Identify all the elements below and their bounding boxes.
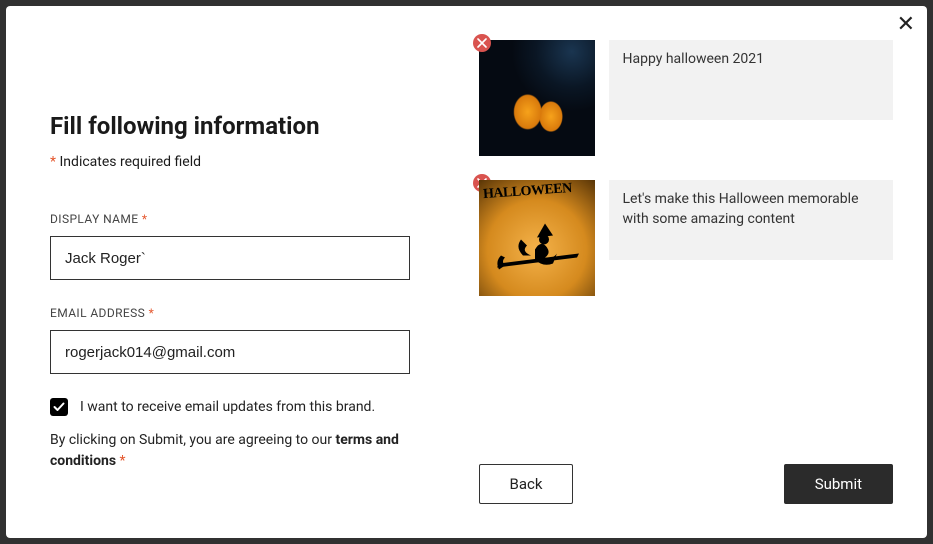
caption-input[interactable]: Happy halloween 2021 (609, 40, 894, 120)
email-updates-checkbox[interactable] (50, 398, 68, 416)
caption-input[interactable]: Let's make this Halloween memorable with… (609, 180, 894, 260)
upload-thumbnail[interactable] (479, 40, 595, 156)
thumbnail-wrap (479, 40, 595, 156)
form-pane: Fill following information * Indicates r… (6, 6, 467, 538)
asterisk-icon: * (120, 453, 126, 469)
check-icon (53, 401, 65, 413)
close-icon (477, 38, 487, 48)
required-field-text: Indicates required field (56, 154, 201, 170)
upload-list: Happy halloween 2021 (479, 40, 894, 296)
upload-thumbnail[interactable] (479, 180, 595, 296)
required-field-note: * Indicates required field (50, 154, 427, 170)
email-label: EMAIL ADDRESS * (50, 306, 427, 320)
asterisk-icon: * (142, 212, 148, 226)
display-name-input[interactable] (50, 236, 410, 280)
delete-upload-button[interactable] (473, 34, 491, 52)
email-updates-label: I want to receive email updates from thi… (80, 399, 375, 415)
upload-item: Happy halloween 2021 (479, 40, 894, 156)
page-title: Fill following information (50, 112, 427, 140)
uploads-pane: Happy halloween 2021 (467, 6, 928, 538)
modal-dialog: ✕ Fill following information * Indicates… (6, 6, 927, 538)
thumbnail-wrap (479, 180, 595, 296)
terms-text: By clicking on Submit, you are agreeing … (50, 430, 410, 472)
close-icon[interactable]: ✕ (897, 14, 915, 36)
witch-icon (491, 206, 583, 278)
email-input[interactable] (50, 330, 410, 374)
button-row: Back Submit (479, 444, 894, 504)
back-button[interactable]: Back (479, 464, 574, 504)
asterisk-icon: * (149, 306, 155, 320)
upload-item: Let's make this Halloween memorable with… (479, 180, 894, 296)
submit-button[interactable]: Submit (784, 464, 893, 504)
display-name-label: DISPLAY NAME * (50, 212, 427, 226)
